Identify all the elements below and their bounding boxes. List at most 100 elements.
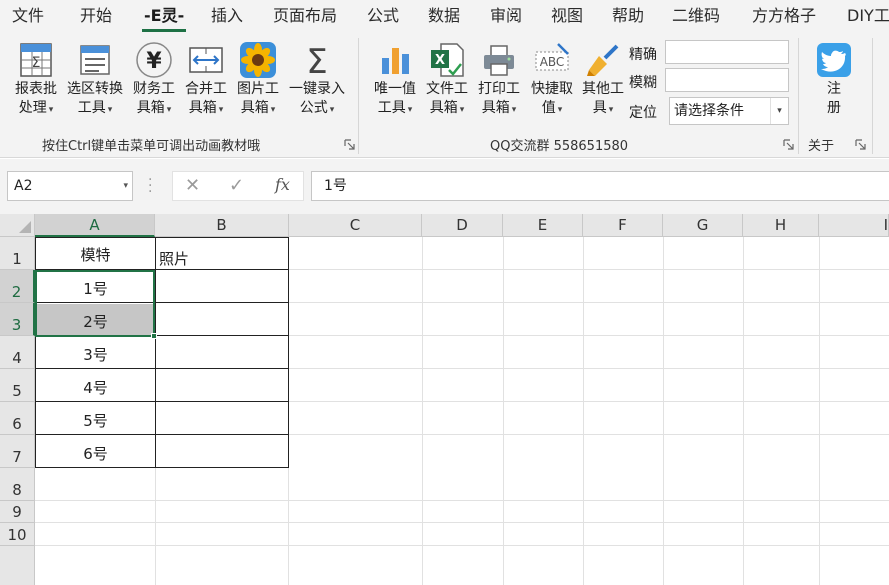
cell-a4[interactable]: 3号 bbox=[36, 344, 155, 365]
condition-select[interactable]: 请选择条件 ▾ bbox=[669, 97, 789, 125]
gridline bbox=[289, 401, 889, 402]
dialog-launcher-icon[interactable] bbox=[855, 139, 866, 150]
row-header-2[interactable]: 2 bbox=[0, 270, 35, 303]
chevron-down-icon: ▾ bbox=[407, 105, 413, 115]
column-header-h[interactable]: H bbox=[743, 214, 819, 237]
brush-icon bbox=[587, 44, 619, 76]
cell-b1[interactable]: 照片 bbox=[159, 248, 287, 269]
group-separator bbox=[872, 38, 873, 154]
tab-page-layout[interactable]: 页面布局 bbox=[273, 0, 337, 34]
gridline bbox=[289, 434, 889, 435]
report-batch-button[interactable]: Σ 报表批 处理 ▾ bbox=[12, 40, 60, 128]
tab-data[interactable]: 数据 bbox=[428, 0, 460, 34]
file-label1: 文件工 bbox=[426, 81, 468, 97]
tab-formulas[interactable]: 公式 bbox=[367, 0, 399, 34]
merge-label1: 合并工 bbox=[185, 81, 227, 97]
merge-label2: 具箱 bbox=[188, 100, 217, 116]
quick-value-button[interactable]: ABC 快捷取 值 ▾ bbox=[527, 40, 577, 128]
unique-value-button[interactable]: 唯一值 工具 ▾ bbox=[370, 40, 420, 128]
tab-help[interactable]: 帮助 bbox=[612, 0, 644, 34]
tab-home[interactable]: 开始 bbox=[80, 0, 112, 34]
dialog-launcher-icon[interactable] bbox=[344, 139, 355, 150]
selection-range bbox=[35, 270, 155, 337]
twitter-bird-icon bbox=[817, 43, 851, 77]
tab-diy[interactable]: DIY工 bbox=[847, 0, 889, 34]
column-header-b[interactable]: B bbox=[155, 214, 289, 237]
formula-bar: A2 ▾ · · · ✕ ✓ fx 1号 bbox=[0, 159, 889, 214]
column-header-f[interactable]: F bbox=[583, 214, 663, 237]
column-header-a[interactable]: A bbox=[35, 214, 155, 237]
row-header-1[interactable]: 1 bbox=[0, 237, 35, 270]
chevron-down-icon: ▾ bbox=[218, 105, 224, 115]
file-toolbox-button[interactable]: X 文件工 具箱 ▾ bbox=[423, 40, 471, 128]
tab-eling[interactable]: -E灵- bbox=[141, 0, 187, 34]
row-header-5[interactable]: 5 bbox=[0, 369, 35, 402]
formula-input[interactable]: 1号 bbox=[311, 171, 889, 201]
column-header-e[interactable]: E bbox=[503, 214, 583, 237]
worksheet-grid: A B C D E F G H I 1 2 3 4 5 6 7 8 9 10 模… bbox=[0, 214, 889, 585]
group-label-qq: QQ交流群 558651580 bbox=[490, 139, 629, 154]
gridline bbox=[288, 468, 289, 585]
row-header-3[interactable]: 3 bbox=[0, 303, 35, 336]
tab-fangfang[interactable]: 方方格子 bbox=[752, 0, 816, 34]
column-header-c[interactable]: C bbox=[289, 214, 422, 237]
abc-spell-icon: ABC bbox=[535, 43, 569, 71]
row-header-10[interactable]: 10 bbox=[0, 523, 35, 546]
tab-insert[interactable]: 插入 bbox=[211, 0, 243, 34]
drag-handle-icon[interactable]: · · · bbox=[148, 173, 152, 199]
svg-text:ABC: ABC bbox=[540, 55, 565, 69]
chevron-down-icon: ▾ bbox=[557, 105, 563, 115]
tab-qrcode[interactable]: 二维码 bbox=[672, 0, 720, 34]
row-header-4[interactable]: 4 bbox=[0, 336, 35, 369]
column-header-i[interactable]: I bbox=[819, 214, 889, 237]
print-label1: 打印工 bbox=[478, 81, 520, 97]
picture-label1: 图片工 bbox=[237, 81, 279, 97]
gridline bbox=[289, 368, 889, 369]
one-click-formula-button[interactable]: Σ 一键录入 公式 ▾ bbox=[286, 40, 348, 128]
row-number: 2 bbox=[11, 283, 22, 301]
name-box[interactable]: A2 ▾ bbox=[7, 171, 133, 201]
fill-handle[interactable] bbox=[151, 333, 157, 339]
ribbon-panel: Σ 报表批 处理 ▾ 选区转换 工具 ▾ ¥ 财务工 具箱 ▾ 合并工 具箱 ▾… bbox=[0, 34, 889, 158]
picture-toolbox-button[interactable]: 图片工 具箱 ▾ bbox=[234, 40, 282, 128]
printer-icon bbox=[484, 45, 514, 76]
quick-value-label1: 快捷取 bbox=[531, 81, 573, 97]
other-tools-button[interactable]: 其他工 具 ▾ bbox=[579, 40, 627, 128]
ribbon-tab-bar: 文件 开始 -E灵- 插入 页面布局 公式 数据 审阅 视图 帮助 二维码 方方… bbox=[0, 0, 889, 34]
column-header-d[interactable]: D bbox=[422, 214, 503, 237]
select-all-button[interactable] bbox=[0, 214, 35, 237]
row-header-6[interactable]: 6 bbox=[0, 402, 35, 435]
tab-view[interactable]: 视图 bbox=[551, 0, 583, 34]
exact-input[interactable] bbox=[665, 40, 789, 64]
column-header-g[interactable]: G bbox=[663, 214, 743, 237]
merge-toolbox-button[interactable]: 合并工 具箱 ▾ bbox=[182, 40, 230, 128]
gridline bbox=[663, 237, 664, 585]
row-header-8[interactable]: 8 bbox=[0, 468, 35, 501]
range-convert-button[interactable]: 选区转换 工具 ▾ bbox=[64, 40, 126, 128]
print-label2: 具箱 bbox=[481, 100, 510, 116]
row-number: 4 bbox=[12, 349, 22, 367]
cell-a6[interactable]: 5号 bbox=[36, 410, 155, 431]
tab-file[interactable]: 文件 bbox=[12, 0, 44, 34]
fuzzy-input[interactable] bbox=[665, 68, 789, 92]
finance-toolbox-button[interactable]: ¥ 财务工 具箱 ▾ bbox=[130, 40, 178, 128]
table-border bbox=[35, 237, 289, 238]
dialog-launcher-icon[interactable] bbox=[783, 139, 794, 150]
register-button[interactable]: 注 册 bbox=[812, 40, 856, 128]
print-toolbox-button[interactable]: 打印工 具箱 ▾ bbox=[475, 40, 523, 128]
excel-file-icon: X bbox=[431, 43, 464, 77]
sunflower-picture-icon bbox=[240, 42, 276, 78]
tab-review[interactable]: 审阅 bbox=[490, 0, 522, 34]
cell-a5[interactable]: 4号 bbox=[36, 377, 155, 398]
finance-label2: 具箱 bbox=[136, 100, 165, 116]
row-header-7[interactable]: 7 bbox=[0, 435, 35, 468]
picture-label2: 具箱 bbox=[240, 100, 269, 116]
cell-a1[interactable]: 模特 bbox=[36, 244, 155, 265]
cell-a7[interactable]: 6号 bbox=[36, 443, 155, 464]
row-header-9[interactable]: 9 bbox=[0, 501, 35, 523]
row-number: 3 bbox=[11, 316, 22, 334]
confirm-icon[interactable]: ✓ bbox=[229, 175, 244, 196]
cancel-icon[interactable]: ✕ bbox=[185, 175, 200, 196]
insert-function-icon[interactable]: fx bbox=[275, 175, 290, 194]
svg-text:X: X bbox=[435, 53, 445, 68]
